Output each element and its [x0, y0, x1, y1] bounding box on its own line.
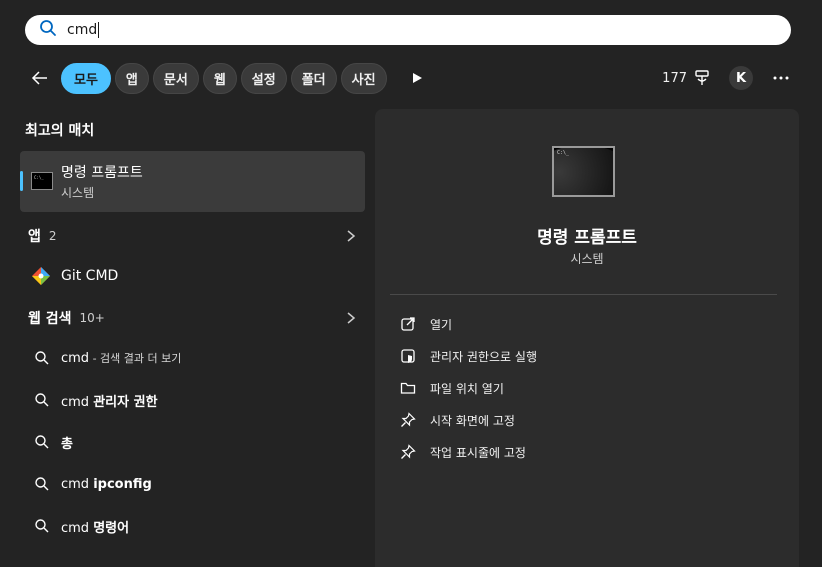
search-icon: [35, 477, 49, 491]
back-arrow-icon: [31, 71, 47, 85]
more-filters-button[interactable]: [405, 66, 429, 90]
action-label: 관리자 권한으로 실행: [430, 349, 537, 364]
web-result-prefix: cmd: [61, 520, 94, 536]
filter-all[interactable]: 모두: [61, 62, 111, 94]
action-pin-to-start[interactable]: 시작 화면에 고정: [400, 408, 515, 432]
filter-photos[interactable]: 사진: [340, 62, 387, 94]
web-result-query: cmd: [61, 351, 90, 366]
shield-icon: [401, 349, 415, 363]
action-label: 열기: [430, 317, 453, 332]
chevron-right-icon: [347, 312, 356, 324]
selection-indicator: [20, 171, 23, 191]
filter-settings[interactable]: 설정: [240, 62, 287, 94]
search-input[interactable]: cmd: [67, 22, 97, 38]
play-icon: [412, 73, 422, 83]
web-result[interactable]: 총: [20, 427, 365, 457]
rewards-points: 177: [662, 70, 687, 86]
web-result-suggestion: 명령어: [93, 520, 130, 536]
pin-icon: [401, 444, 416, 459]
web-result-suggestion: 관리자 권한: [93, 394, 158, 410]
filter-documents[interactable]: 문서: [152, 62, 199, 94]
preview-subtitle: 시스템: [570, 252, 604, 266]
filter-web[interactable]: 웹: [202, 62, 237, 94]
header-tools: 177 K: [662, 61, 805, 95]
open-external-icon: [401, 317, 415, 331]
web-result[interactable]: cmd - 검색 결과 더 보기: [20, 343, 365, 373]
best-match-subtitle: 시스템: [61, 186, 95, 200]
web-result[interactable]: cmd 관리자 권한: [20, 385, 365, 415]
action-open[interactable]: 열기: [400, 312, 452, 336]
web-result-prefix: cmd: [61, 394, 94, 410]
preview-panel: C:\_ 명령 프롬프트 시스템 열기 관리자 권한으로 실행 파일 위치 열기…: [375, 109, 799, 567]
apps-heading: 앱: [28, 229, 41, 245]
chevron-right-icon: [347, 230, 356, 242]
search-icon: [35, 519, 49, 533]
command-prompt-icon: C:\_: [31, 172, 53, 190]
pin-icon: [401, 412, 416, 427]
action-open-file-location[interactable]: 파일 위치 열기: [400, 376, 504, 400]
search-box[interactable]: cmd: [25, 15, 791, 45]
text-caret: [98, 22, 100, 38]
filter-apps[interactable]: 앱: [114, 62, 149, 94]
apps-count: 2: [48, 229, 57, 243]
web-group-header[interactable]: 웹 검색 10+: [20, 304, 365, 332]
best-match-name: 명령 프롬프트: [61, 165, 143, 181]
search-icon: [35, 351, 49, 365]
web-result[interactable]: cmd 명령어: [20, 511, 365, 541]
web-result[interactable]: cmd ipconfig: [20, 469, 365, 499]
action-pin-to-taskbar[interactable]: 작업 표시줄에 고정: [400, 440, 526, 464]
command-prompt-icon: C:\_: [552, 146, 615, 197]
web-result-more: - 검색 결과 더 보기: [89, 352, 182, 365]
apps-group-header[interactable]: 앱 2: [20, 222, 365, 250]
search-icon: [35, 435, 49, 449]
svg-text:C:\_: C:\_: [34, 175, 44, 180]
web-result-suggestion: ipconfig: [93, 476, 152, 492]
app-result-git-cmd[interactable]: Git CMD: [20, 261, 365, 291]
filter-bar: 모두 앱 문서 웹 설정 폴더 사진 177 K: [25, 61, 805, 95]
back-button[interactable]: [25, 63, 55, 93]
web-result-prefix: cmd: [61, 476, 94, 492]
preview-title: 명령 프롬프트: [537, 228, 637, 248]
action-label: 파일 위치 열기: [430, 381, 504, 396]
web-result-suggestion: 총: [61, 436, 73, 452]
best-match-item[interactable]: C:\_ 명령 프롬프트 시스템: [20, 151, 365, 212]
web-heading: 웹 검색: [28, 311, 72, 327]
more-options-button[interactable]: [769, 66, 793, 90]
git-icon: [32, 267, 50, 285]
divider: [390, 294, 777, 295]
avatar[interactable]: K: [729, 66, 753, 90]
ellipsis-icon: [773, 76, 789, 80]
folder-icon: [400, 382, 416, 394]
best-match-heading: 최고의 매치: [25, 123, 95, 139]
rewards-icon[interactable]: [693, 69, 711, 87]
search-icon: [39, 19, 57, 41]
app-name: Git CMD: [61, 268, 119, 284]
action-label: 작업 표시줄에 고정: [430, 445, 526, 460]
search-icon: [35, 393, 49, 407]
filter-folders[interactable]: 폴더: [290, 62, 337, 94]
action-run-as-admin[interactable]: 관리자 권한으로 실행: [400, 344, 537, 368]
web-count: 10+: [79, 311, 105, 325]
action-label: 시작 화면에 고정: [430, 413, 515, 428]
